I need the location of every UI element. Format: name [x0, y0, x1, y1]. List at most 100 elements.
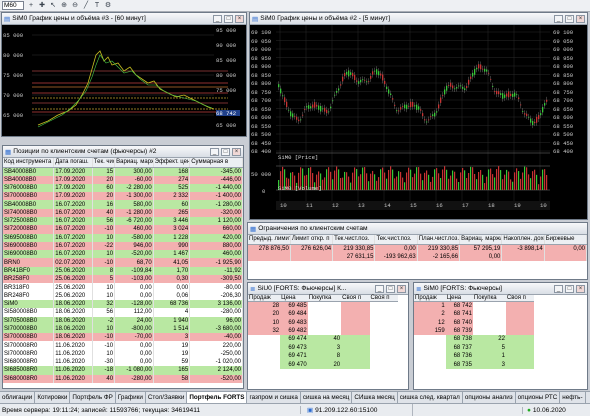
orderbook-row[interactable]: 68 737 5 — [414, 343, 534, 352]
table-row[interactable]: SI700008B0 17.09.2020 20 -1 300,00 2 332 -1 4… — [3, 192, 243, 201]
table-row[interactable]: BR318F0 25.06.2020 10 0,00 0,00 -80,00 — [3, 283, 243, 292]
y-tick: 70 000 — [3, 92, 24, 99]
column-header[interactable]: Суммарная в — [189, 158, 243, 168]
close-icon[interactable]: × — [232, 147, 241, 156]
column-header[interactable]: Тек.чист.поз. — [374, 235, 418, 245]
table-row[interactable]: SI740008B0 16.07.2020 40 -1 280,00 265 -320,0… — [3, 208, 243, 217]
workspace-tab[interactable]: Портфель ФР — [70, 392, 116, 403]
workspace-tab[interactable]: Котировки — [35, 392, 71, 403]
column-header[interactable]: Эффект. цена — [153, 158, 191, 168]
table-row[interactable]: SB40008B0 17.09.2020 20 -60,00 274 -446,00 — [3, 175, 243, 184]
column-header[interactable]: Дата погаш. — [53, 158, 93, 168]
table-row[interactable]: SI760008B0 17.09.2020 60 -2 280,00 525 -1 440… — [3, 183, 243, 193]
column-header[interactable]: Вариац. маржа — [114, 158, 154, 168]
table-row[interactable]: SI680008R0 11.06.2020 -30 0,00 59 -1 020,00 — [3, 358, 243, 367]
net-position: 60 — [92, 183, 116, 193]
column-header[interactable]: Своя п — [369, 295, 398, 302]
close-icon[interactable]: × — [576, 284, 585, 293]
column-header[interactable]: Накоплен. доход — [501, 235, 545, 245]
workspace-tab[interactable]: опционы РТС — [516, 392, 561, 403]
minimize-icon[interactable]: _ — [554, 14, 563, 23]
workspace-tab[interactable]: опционы анализ — [463, 392, 516, 403]
table-row[interactable]: BR248F0 25.06.2020 10 0,00 0,06 -206,30 — [3, 291, 243, 300]
table-row[interactable]: SI695008B0 16.07.2020 10 -580,00 1 228 420,00 — [3, 233, 243, 242]
table-row[interactable]: BRN0 02.07.2020 -10 68,70 41,05 -1 925,90 — [3, 258, 243, 267]
maximize-icon[interactable]: □ — [565, 14, 574, 23]
orderbook-row[interactable]: 12 68 740 — [414, 318, 534, 327]
maximize-icon[interactable]: □ — [224, 14, 233, 23]
orderbook-row[interactable]: 2 68 741 — [414, 310, 534, 319]
maximize-icon[interactable]: □ — [221, 147, 230, 156]
column-header[interactable]: План.чист.поз. — [417, 235, 461, 245]
column-header[interactable]: Тек.чист.поз. — [332, 235, 376, 245]
table-row[interactable]: SI580008B0 18.06.2020 56 112,00 4 -280,00 — [3, 308, 243, 317]
table-row[interactable]: SiM0 18.06.2020 32 -128,00 68 736 3 136,00 — [3, 299, 243, 309]
orderbook-row[interactable]: 69 474 40 — [248, 335, 398, 344]
table-row[interactable]: SI680008R0 11.06.2020 40 -280,00 58 -520,00 — [3, 374, 243, 383]
workspace-tab[interactable]: СИшка месяц — [352, 392, 398, 403]
column-header[interactable]: Предыд. лимит — [248, 235, 291, 245]
text-tool-icon[interactable]: T — [93, 2, 101, 10]
minimize-icon[interactable]: _ — [554, 284, 563, 293]
maximize-icon[interactable]: □ — [386, 284, 395, 293]
add-icon[interactable]: + — [27, 2, 35, 10]
orderbook-row[interactable]: 69 471 8 — [248, 351, 398, 361]
table-row[interactable]: BR258F0 25.06.2020 5 -103,00 0,30 -309,50 — [3, 275, 243, 284]
price-chart-60min[interactable]: 85 000 80 000 75 000 70 000 65 000 95 00… — [2, 25, 246, 136]
workspace-tab[interactable]: Портфель FORTS — [187, 392, 248, 403]
table-row[interactable]: SI700008R0 11.06.2020 -10 0,00 19 220,00 — [3, 341, 243, 350]
column-header[interactable]: Тек. чист.поз. — [92, 158, 116, 168]
workspace-tab[interactable]: облигации — [0, 392, 36, 403]
orderbook-row[interactable]: 159 68 739 — [414, 326, 534, 336]
orderbook-row[interactable]: 68 738 22 — [414, 335, 534, 344]
workspace-tab[interactable]: сишка след. квартал — [398, 392, 463, 403]
close-icon[interactable]: × — [235, 14, 244, 23]
orderbook-row[interactable]: 1 68 742 — [414, 301, 534, 310]
table-row[interactable]: SI685008R0 11.06.2020 -18 -1 080,00 165 2 124… — [3, 366, 243, 375]
table-row[interactable]: SI700008B0 18.06.2020 -10 -70,00 3 -40,00 — [3, 333, 243, 342]
table-row[interactable]: SB40008B0 16.07.2020 16 580,00 60 -1 280,00 — [3, 200, 243, 209]
zoom-in-icon[interactable]: ⊕ — [60, 2, 68, 10]
column-header[interactable]: Лимит откр. п — [290, 235, 334, 245]
interval-combo[interactable]: M60 — [2, 1, 24, 10]
price-chart-5min[interactable]: 69 100 69 050 69 000 68 950 68 900 68 850 68 8… — [250, 25, 587, 219]
workspace-tab[interactable]: Стол/Заявки — [146, 392, 188, 403]
zoom-out-icon[interactable]: ⊖ — [71, 2, 79, 10]
column-header[interactable]: Биржевые — [544, 235, 588, 245]
orderbook-row[interactable]: 69 470 20 — [248, 360, 398, 369]
workspace-tab[interactable]: Графики — [116, 392, 146, 403]
workspace-tab[interactable]: сишка на месяц — [301, 392, 353, 403]
settings-icon[interactable]: ⚙ — [104, 2, 112, 10]
orderbook-row[interactable]: 20 69 484 — [248, 310, 398, 319]
cursor-icon[interactable]: ↖ — [49, 2, 57, 10]
table-row[interactable]: SI720008B0 16.07.2020 -10 460,00 3 024 660,00 — [3, 225, 243, 234]
table-row[interactable]: SI690008B0 16.07.2020 10 -520,00 1 467 460,00 — [3, 250, 243, 259]
table-row[interactable]: SB40008B0 17.09.2020 15 300,00 168 -345,00 — [3, 167, 243, 176]
line-tool-icon[interactable]: ╱ — [82, 2, 90, 10]
orderbook-row[interactable]: 68 736 1 — [414, 351, 534, 361]
effective-price: 1 228 — [153, 233, 191, 242]
workspace-tab[interactable]: газпром и сишка — [247, 392, 301, 403]
table-row[interactable]: BR41BF0 25.06.2020 8 -109,84 1,70 -11,92 — [3, 266, 243, 276]
table-row[interactable]: SI705008B0 18.06.2020 -2 24,00 1 940 96,00 — [3, 316, 243, 325]
table-row[interactable]: SI700008R0 11.06.2020 10 0,00 19 -250,00 — [3, 349, 243, 359]
close-icon[interactable]: × — [576, 14, 585, 23]
column-header[interactable]: Вариац. маржа — [459, 235, 503, 245]
expiry-date: 25.06.2020 — [53, 275, 93, 284]
orderbook-row[interactable]: 10 69 483 — [248, 318, 398, 327]
orderbook-row[interactable]: 28 69 485 — [248, 301, 398, 310]
orderbook-row[interactable]: 69 473 3 — [248, 343, 398, 352]
table-row[interactable]: SI725008B0 16.07.2020 56 -6 720,00 3 446 1 12… — [3, 216, 243, 226]
table-row[interactable]: SI700008B0 18.06.2020 10 -800,00 1 514 -3 680… — [3, 324, 243, 334]
table-row[interactable]: SI690008B0 16.07.2020 -22 946,00 990 880,00 — [3, 241, 243, 251]
column-header[interactable]: Код инструмента — [3, 158, 55, 168]
maximize-icon[interactable]: □ — [565, 284, 574, 293]
orderbook-row[interactable]: 68 735 3 — [414, 360, 534, 369]
workspace-tab[interactable]: нефть- — [560, 392, 586, 403]
close-icon[interactable]: × — [397, 284, 406, 293]
minimize-icon[interactable]: _ — [375, 284, 384, 293]
minimize-icon[interactable]: _ — [213, 14, 222, 23]
crosshair-icon[interactable]: ✚ — [38, 2, 46, 10]
orderbook-row[interactable]: 32 69 482 — [248, 326, 398, 336]
minimize-icon[interactable]: _ — [210, 147, 219, 156]
